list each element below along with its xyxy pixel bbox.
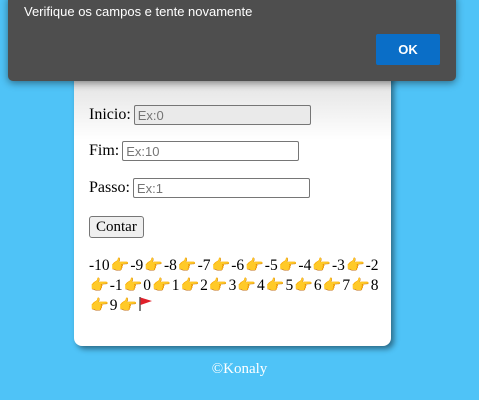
pointing-hand-icon: 👉 [265,278,285,294]
alert-ok-button[interactable]: OK [376,34,440,65]
contar-button[interactable]: Contar [89,216,144,238]
passo-input[interactable] [132,178,310,198]
pointing-hand-icon: 👉 [294,278,313,294]
pointing-hand-icon: 👉 [152,278,171,294]
counter-card: Inicio: Fim: Passo: Contar -10👉-9👉-8👉-7👉… [74,50,391,346]
pointing-hand-icon: 👉 [237,278,257,294]
pointing-hand-icon: 👉 [90,298,109,314]
footer-credit: ©Konaly [211,361,268,377]
pointing-hand-icon: 👉 [177,258,197,274]
inicio-input[interactable] [133,105,311,125]
count-number: -5 [264,257,278,274]
count-number: 7 [342,277,351,294]
count-number: 5 [285,277,294,294]
pointing-hand-icon: 👉 [123,278,143,294]
passo-label: Passo: [89,179,130,196]
pointing-hand-icon: 👉 [118,298,138,314]
count-number: -8 [163,257,177,274]
pointing-hand-icon: 👉 [208,278,228,294]
pointing-hand-icon: 👉 [351,278,370,294]
pointing-hand-icon: 👉 [312,258,332,274]
count-number: 4 [257,277,265,294]
count-number: 9 [109,297,118,314]
count-number: -3 [332,257,345,274]
count-number: -7 [197,257,211,274]
red-flag-icon [138,297,154,314]
count-number: -4 [298,257,312,274]
count-number: 1 [171,277,180,294]
count-number: -9 [130,257,144,274]
count-number: 6 [313,277,322,294]
fim-row: Fim: [89,141,300,161]
count-number: -1 [109,277,123,294]
fim-input[interactable] [122,141,300,161]
pointing-hand-icon: 👉 [322,278,342,294]
inicio-label: Inicio: [89,106,131,123]
count-number: 8 [370,277,379,294]
fim-label: Fim: [89,142,120,159]
count-number: 2 [200,277,208,294]
pointing-hand-icon: 👉 [180,278,200,294]
count-number: -2 [365,257,379,274]
count-result: -10👉-9👉-8👉-7👉-6👉-5👉-4👉-3👉-2👉-1👉0👉1👉2👉3👉4… [89,256,379,316]
alert-message: Verifique os campos e tente novamente [24,4,253,19]
pointing-hand-icon: 👉 [245,258,264,274]
passo-row: Passo: [89,178,310,198]
pointing-hand-icon: 👉 [90,278,109,294]
inicio-row: Inicio: [89,105,311,125]
pointing-hand-icon: 👉 [345,258,365,274]
pointing-hand-icon: 👉 [144,258,163,274]
count-number: -10 [89,257,110,274]
count-number: 0 [143,277,152,294]
pointing-hand-icon: 👉 [110,258,130,274]
pointing-hand-icon: 👉 [278,258,298,274]
count-number: -6 [231,257,245,274]
count-number: 3 [228,277,237,294]
alert-dialog: Verifique os campos e tente novamente OK [8,0,456,81]
pointing-hand-icon: 👉 [211,258,231,274]
